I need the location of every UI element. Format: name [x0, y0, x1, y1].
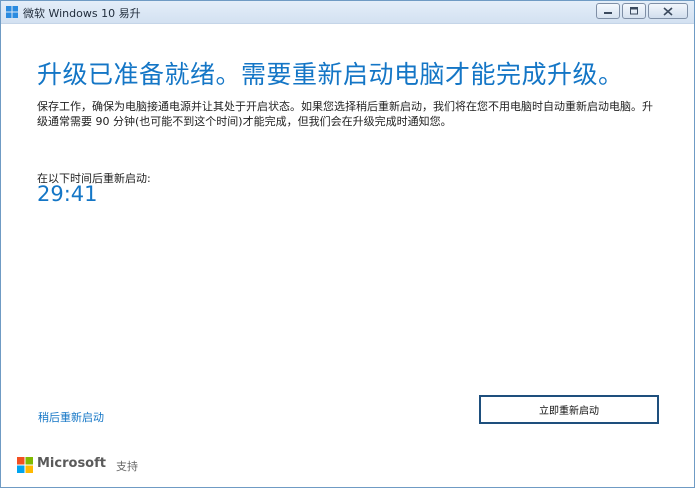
microsoft-logo-icon — [17, 457, 33, 473]
maximize-button[interactable] — [622, 3, 646, 19]
minimize-button[interactable] — [596, 3, 620, 19]
minimize-icon — [604, 12, 612, 14]
window-controls — [594, 3, 688, 19]
window-title: 微软 Windows 10 易升 — [23, 7, 141, 20]
description-text: 保存工作，确保为电脑接通电源并让其处于开启状态。如果您选择稍后重新启动，我们将在… — [37, 100, 653, 128]
app-window: 微软 Windows 10 易升 升级已准备就绪。需要重新启动电脑才能完成升级。… — [0, 0, 695, 488]
restart-now-button[interactable]: 立即重新启动 — [479, 395, 659, 424]
title-bar[interactable]: 微软 Windows 10 易升 — [1, 1, 694, 24]
close-icon — [663, 6, 673, 16]
main-content: 升级已准备就绪。需要重新启动电脑才能完成升级。 保存工作，确保为电脑接通电源并让… — [1, 24, 694, 487]
close-button[interactable] — [648, 3, 688, 19]
countdown-timer: 29:41 — [37, 182, 98, 206]
windows-logo-icon — [6, 6, 18, 18]
restart-later-link[interactable]: 稍后重新启动 — [38, 409, 104, 425]
page-title: 升级已准备就绪。需要重新启动电脑才能完成升级。 — [37, 60, 624, 89]
support-link[interactable]: 支持 — [116, 458, 138, 474]
maximize-icon — [630, 7, 638, 15]
microsoft-brand-text: Microsoft — [37, 456, 106, 471]
